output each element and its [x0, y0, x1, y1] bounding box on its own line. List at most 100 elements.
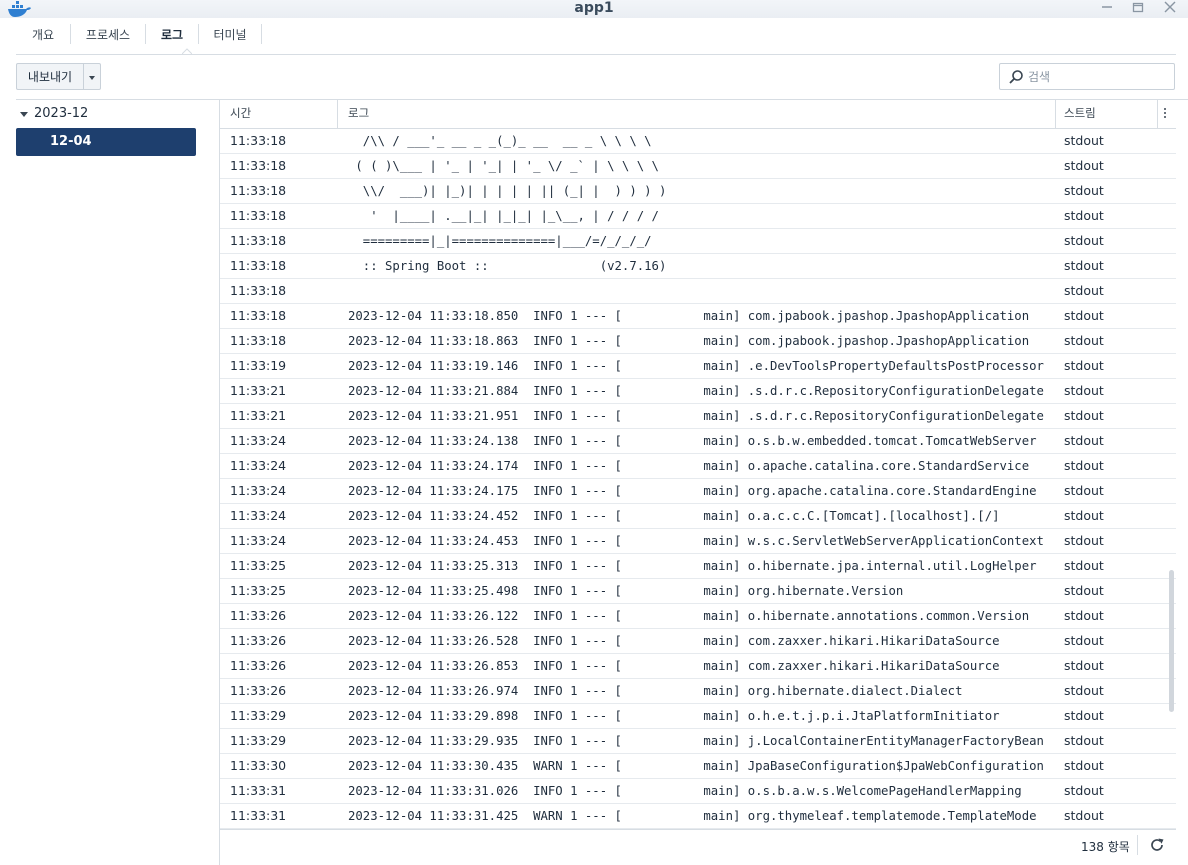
table-row[interactable]: 11:33:26 2023-12-04 11:33:26.528 INFO 1 -… [220, 629, 1176, 654]
table-row[interactable]: 11:33:24 2023-12-04 11:33:24.175 INFO 1 -… [220, 479, 1176, 504]
table-row[interactable]: 11:33:18 ' |____| .__|_| |_|_| |_\__, | … [220, 204, 1176, 229]
table-row[interactable]: 11:33:29 2023-12-04 11:33:29.935 INFO 1 -… [220, 729, 1176, 754]
cell-time: 11:33:24 [230, 533, 287, 548]
minimize-icon[interactable] [1097, 0, 1117, 16]
cell-time: 11:33:31 [230, 808, 287, 823]
cell-stream: stdout [1064, 258, 1104, 273]
tab-bar: 개요 프로세스 로그 터미널 [16, 18, 1176, 55]
table-row[interactable]: 11:33:26 2023-12-04 11:33:26.122 INFO 1 -… [220, 604, 1176, 629]
export-dropdown-button[interactable] [83, 63, 101, 90]
column-header-stream[interactable]: 스트림 [1064, 100, 1096, 128]
cell-time: 11:33:18 [230, 258, 287, 273]
cell-stream: stdout [1064, 158, 1104, 173]
cell-time: 11:33:24 [230, 483, 287, 498]
table-row[interactable]: 11:33:18 /\\ / ___'_ __ _ _(_)_ __ __ _ … [220, 129, 1176, 154]
cell-time: 11:33:18 [230, 333, 287, 348]
table-row[interactable]: 11:33:30 2023-12-04 11:33:30.435 WARN 1 -… [220, 754, 1176, 779]
cell-log: 2023-12-04 11:33:24.138 INFO 1 --- [ mai… [348, 434, 1037, 448]
cell-stream: stdout [1064, 683, 1104, 698]
table-row[interactable]: 11:33:24 2023-12-04 11:33:24.453 INFO 1 -… [220, 529, 1176, 554]
cell-stream: stdout [1064, 408, 1104, 423]
cell-stream: stdout [1064, 758, 1104, 773]
cell-log: ( ( )\___ | '_ | '_| | '_ \/ _` | \ \ \ … [348, 159, 659, 173]
table-row[interactable]: 11:33:18 ( ( )\___ | '_ | '_| | '_ \/ _`… [220, 154, 1176, 179]
title-bar: app1 [0, 0, 1188, 18]
cell-stream: stdout [1064, 308, 1104, 323]
search-icon [1009, 70, 1023, 84]
table-row[interactable]: 11:33:21 2023-12-04 11:33:21.951 INFO 1 -… [220, 404, 1176, 429]
tree-day-label: 12-04 [50, 134, 92, 149]
footer-divider [1137, 835, 1138, 855]
close-icon[interactable] [1160, 0, 1180, 16]
table-row[interactable]: 11:33:26 2023-12-04 11:33:26.974 INFO 1 -… [220, 679, 1176, 704]
table-row[interactable]: 11:33:18 =========|_|==============|___/… [220, 229, 1176, 254]
cell-time: 11:33:29 [230, 708, 287, 723]
cell-log: 2023-12-04 11:33:21.884 INFO 1 --- [ mai… [348, 384, 1044, 398]
cell-log: 2023-12-04 11:33:24.174 INFO 1 --- [ mai… [348, 459, 1030, 473]
cell-log: \\/ ___)| |_)| | | | | || (_| | ) ) ) ) [348, 184, 667, 198]
more-vertical-icon[interactable] [1164, 108, 1167, 120]
cell-log: 2023-12-04 11:33:24.453 INFO 1 --- [ mai… [348, 534, 1044, 548]
active-tab-indicator [182, 48, 192, 54]
cell-time: 11:33:31 [230, 783, 287, 798]
export-button[interactable]: 내보내기 [16, 63, 84, 90]
cell-log: 2023-12-04 11:33:26.528 INFO 1 --- [ mai… [348, 634, 1000, 648]
cell-time: 11:33:19 [230, 358, 287, 373]
log-grid: 시간 로그 스트림 11:33:18 /\\ / ___'_ __ _ _(_)… [219, 100, 1188, 865]
refresh-icon[interactable] [1149, 837, 1165, 853]
cell-log: 2023-12-04 11:33:25.313 INFO 1 --- [ mai… [348, 559, 1037, 573]
cell-log: ' |____| .__|_| |_|_| |_\__, | / / / / [348, 209, 659, 223]
cell-stream: stdout [1064, 558, 1104, 573]
grid-footer: 138 항목 [220, 829, 1176, 860]
cell-time: 11:33:29 [230, 733, 287, 748]
cell-stream: stdout [1064, 533, 1104, 548]
vertical-scrollbar[interactable] [1169, 570, 1174, 712]
cell-log: 2023-12-04 11:33:26.122 INFO 1 --- [ mai… [348, 609, 1030, 623]
table-row[interactable]: 11:33:18 stdout [220, 279, 1176, 304]
cell-time: 11:33:26 [230, 658, 287, 673]
cell-stream: stdout [1064, 658, 1104, 673]
table-row[interactable]: 11:33:24 2023-12-04 11:33:24.452 INFO 1 -… [220, 504, 1176, 529]
column-divider [1157, 100, 1158, 128]
tab-overview[interactable]: 개요 [16, 22, 70, 48]
grid-header: 시간 로그 스트림 [220, 100, 1176, 129]
cell-stream: stdout [1064, 358, 1104, 373]
cell-log: 2023-12-04 11:33:24.452 INFO 1 --- [ mai… [348, 509, 1000, 523]
tree-year-node[interactable]: 2023-12 [16, 104, 196, 124]
tree-day-node[interactable]: 12-04 [16, 128, 196, 156]
table-row[interactable]: 11:33:24 2023-12-04 11:33:24.174 INFO 1 -… [220, 454, 1176, 479]
column-header-time[interactable]: 시간 [230, 100, 251, 128]
cell-time: 11:33:26 [230, 683, 287, 698]
cell-log: 2023-12-04 11:33:19.146 INFO 1 --- [ mai… [348, 359, 1044, 373]
table-row[interactable]: 11:33:25 2023-12-04 11:33:25.313 INFO 1 -… [220, 554, 1176, 579]
cell-stream: stdout [1064, 608, 1104, 623]
table-row[interactable]: 11:33:31 2023-12-04 11:33:31.026 INFO 1 -… [220, 779, 1176, 804]
table-row[interactable]: 11:33:21 2023-12-04 11:33:21.884 INFO 1 -… [220, 379, 1176, 404]
column-header-log[interactable]: 로그 [348, 100, 369, 128]
search-box[interactable] [999, 63, 1175, 90]
tab-process[interactable]: 프로세스 [71, 22, 145, 48]
cell-log: 2023-12-04 11:33:25.498 INFO 1 --- [ mai… [348, 584, 1044, 598]
table-row[interactable]: 11:33:18 \\/ ___)| |_)| | | | | || (_| |… [220, 179, 1176, 204]
table-row[interactable]: 11:33:19 2023-12-04 11:33:19.146 INFO 1 -… [220, 354, 1176, 379]
table-row[interactable]: 11:33:24 2023-12-04 11:33:24.138 INFO 1 -… [220, 429, 1176, 454]
tab-log[interactable]: 로그 [146, 22, 198, 48]
table-row[interactable]: 11:33:18 2023-12-04 11:33:18.850 INFO 1 -… [220, 304, 1176, 329]
table-row[interactable]: 11:33:31 2023-12-04 11:33:31.425 WARN 1 -… [220, 804, 1176, 829]
maximize-icon[interactable] [1128, 0, 1148, 16]
table-row[interactable]: 11:33:18 2023-12-04 11:33:18.863 INFO 1 -… [220, 329, 1176, 354]
cell-stream: stdout [1064, 483, 1104, 498]
cell-stream: stdout [1064, 808, 1104, 823]
item-count: 138 항목 [1081, 840, 1130, 854]
table-row[interactable]: 11:33:18 :: Spring Boot :: (v2.7.16) stdo… [220, 254, 1176, 279]
cell-time: 11:33:24 [230, 508, 287, 523]
table-row[interactable]: 11:33:25 2023-12-04 11:33:25.498 INFO 1 -… [220, 579, 1176, 604]
table-row[interactable]: 11:33:29 2023-12-04 11:33:29.898 INFO 1 -… [220, 704, 1176, 729]
cell-log: /\\ / ___'_ __ _ _(_)_ __ __ _ \ \ \ \ [348, 134, 652, 148]
search-input[interactable] [1028, 67, 1168, 86]
cell-stream: stdout [1064, 708, 1104, 723]
tab-terminal[interactable]: 터미널 [199, 22, 261, 48]
cell-stream: stdout [1064, 508, 1104, 523]
table-row[interactable]: 11:33:26 2023-12-04 11:33:26.853 INFO 1 -… [220, 654, 1176, 679]
cell-time: 11:33:18 [230, 208, 287, 223]
